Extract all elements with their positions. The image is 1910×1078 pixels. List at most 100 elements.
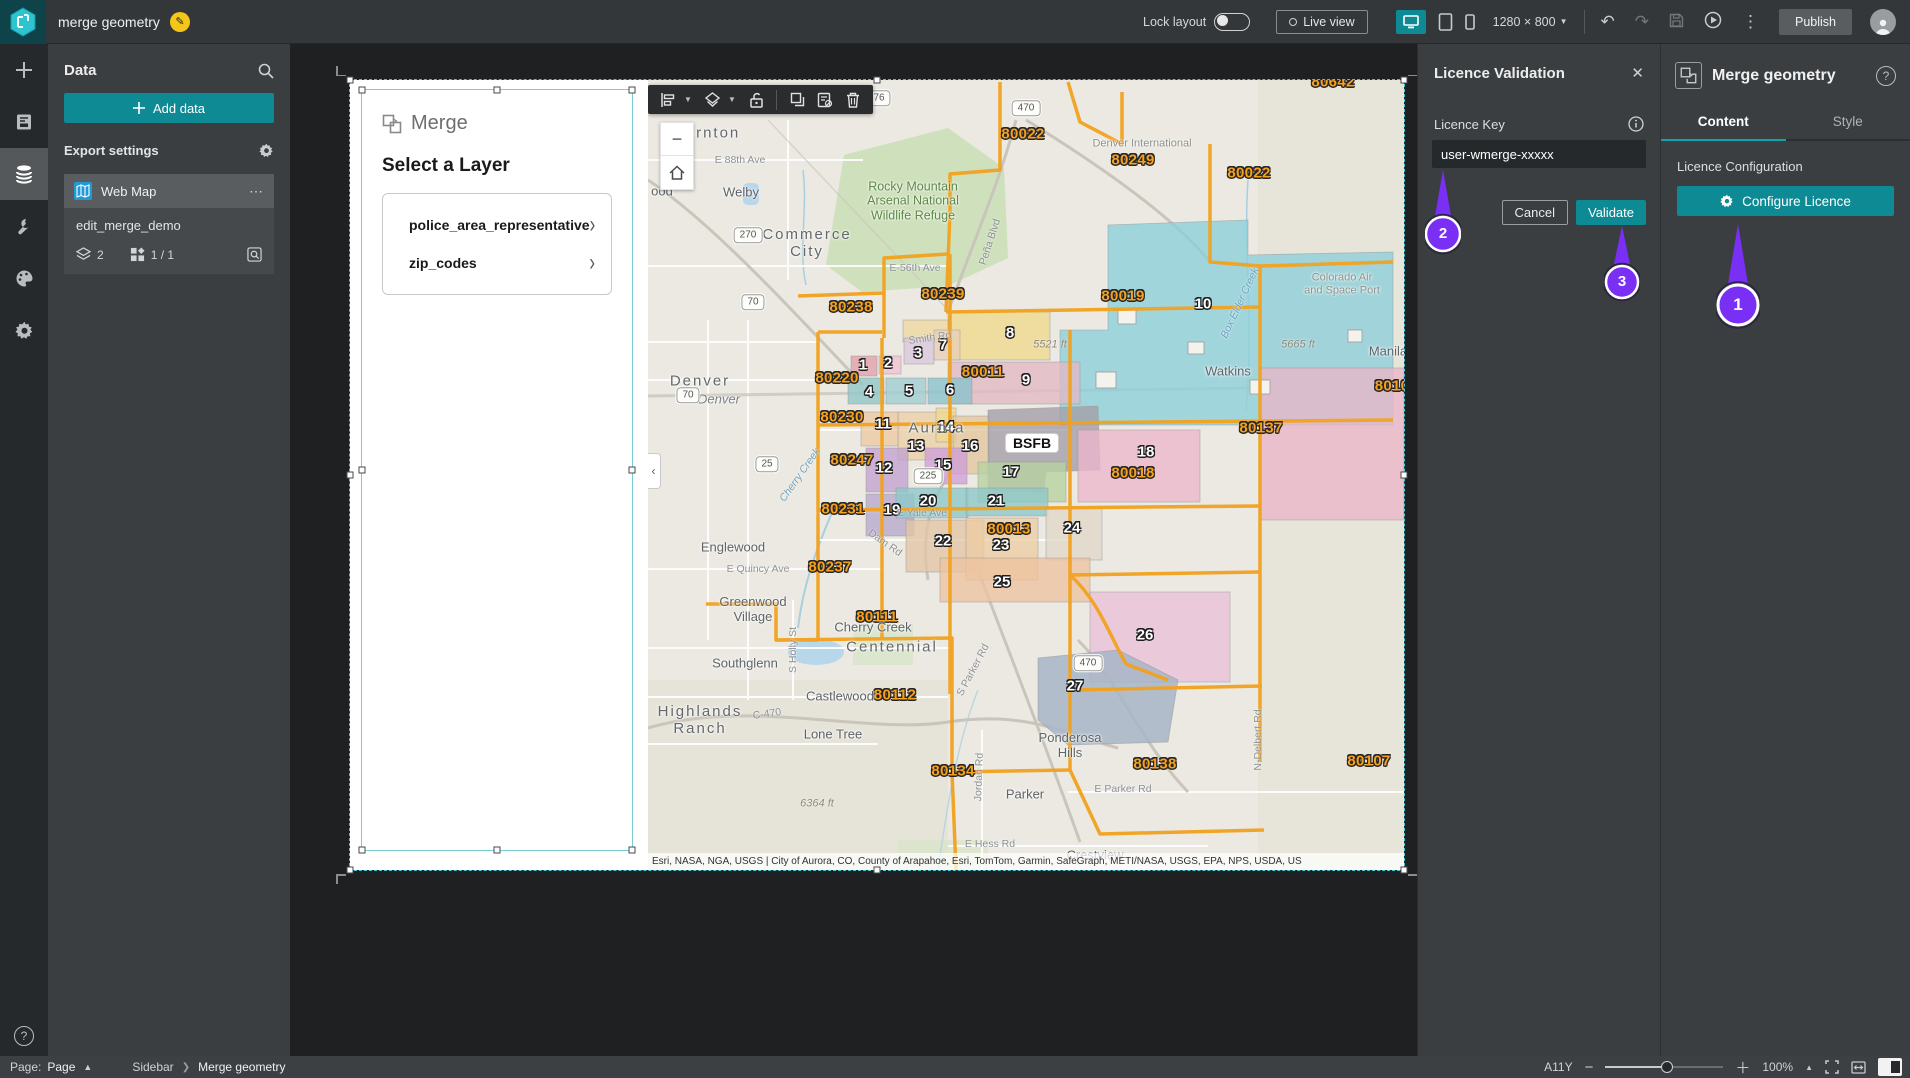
route-shield-70: 70 <box>676 387 700 403</box>
validate-button[interactable]: Validate <box>1575 200 1646 225</box>
info-icon[interactable] <box>1628 116 1644 132</box>
route-shield-70: 70 <box>741 294 765 310</box>
edit-pencil-icon[interactable]: ✎ <box>169 11 190 32</box>
device-desktop-button[interactable] <box>1395 9 1426 34</box>
fit-width-icon[interactable] <box>1851 1060 1866 1074</box>
export-settings-gear-icon[interactable] <box>259 143 274 158</box>
chevron-up-icon[interactable]: ▲ <box>1805 1063 1813 1072</box>
more-options-button[interactable]: ⋮ <box>1742 13 1759 30</box>
data-preview-icon[interactable] <box>247 247 262 262</box>
align-tool-button[interactable] <box>656 88 680 112</box>
export-settings-label: Export settings <box>64 143 159 158</box>
design-canvas[interactable]: Merge Select a Layer police_area_represe… <box>290 44 1417 1056</box>
place-label-manila: Manila <box>1368 343 1404 359</box>
rail-theme-button[interactable] <box>0 252 48 304</box>
more-options-icon[interactable]: ⋯ <box>249 183 264 200</box>
widgets-icon <box>130 247 145 262</box>
page-label: Page: <box>10 1060 42 1074</box>
slider-knob[interactable] <box>1661 1061 1674 1073</box>
page-selection[interactable]: Merge Select a Layer police_area_represe… <box>336 66 1417 884</box>
map-attribution: Esri, NASA, NGA, USGS | City of Aurora, … <box>648 853 1404 870</box>
place-label-castlewood: Castlewood <box>806 688 874 704</box>
tab-style[interactable]: Style <box>1786 105 1910 139</box>
chevron-up-icon[interactable]: ▲ <box>83 1062 92 1072</box>
duplicate-button[interactable] <box>785 88 809 112</box>
database-icon <box>16 165 32 184</box>
disable-editing-button[interactable] <box>813 88 837 112</box>
rail-insert-widget-button[interactable] <box>0 44 48 96</box>
zip-label-80249: 80249 <box>1111 151 1155 169</box>
resolution-value: 1280 × 800 <box>1492 14 1556 29</box>
zip-label-80239: 80239 <box>921 285 965 303</box>
road-label-e-88th-ave: E 88th Ave <box>714 153 766 166</box>
road-label-box-elder-creek: Box Elder Creek <box>1218 265 1262 341</box>
road-label-jordan-rd: Jordan Rd <box>972 752 986 802</box>
breadcrumb-sidebar[interactable]: Sidebar <box>132 1060 173 1074</box>
licence-key-input[interactable]: user-wmerge-xxxxx <box>1432 140 1646 168</box>
device-phone-button[interactable] <box>1464 13 1475 30</box>
rail-data-button[interactable] <box>0 148 48 200</box>
redo-button[interactable]: ↷ <box>1635 13 1649 30</box>
fit-to-screen-icon[interactable] <box>1825 1060 1839 1074</box>
publish-button[interactable]: Publish <box>1779 8 1852 35</box>
elevation-label-5521-ft: 5521 ft <box>1033 338 1067 351</box>
dataset-card: Web Map ⋯ edit_merge_demo 2 1 / 1 <box>64 174 274 274</box>
preview-play-button[interactable] <box>1704 11 1722 32</box>
app-logo[interactable] <box>0 0 46 44</box>
layer-order-button[interactable] <box>700 88 724 112</box>
route-shield-225: 225 <box>913 468 943 484</box>
chevron-down-icon[interactable]: ▼ <box>728 95 740 104</box>
collapse-panel-tab[interactable]: ‹ <box>648 453 661 489</box>
save-button[interactable] <box>1669 13 1684 31</box>
licence-key-label: Licence Key <box>1434 116 1505 132</box>
user-avatar[interactable] <box>1870 8 1896 35</box>
close-icon[interactable]: ✕ <box>1631 64 1644 82</box>
undo-button[interactable]: ↶ <box>1601 13 1615 30</box>
page-selector[interactable]: Page <box>47 1060 75 1074</box>
rail-help-button[interactable]: ? <box>0 1026 48 1046</box>
zip-label-80019: 80019 <box>1101 287 1145 305</box>
district-label-12: 12 <box>875 459 893 477</box>
configure-licence-button[interactable]: Configure Licence <box>1677 186 1894 216</box>
app-header: merge geometry ✎ Lock layout Live view 1… <box>0 0 1910 44</box>
zoom-out-button[interactable]: − <box>1585 1059 1594 1076</box>
rail-page-button[interactable] <box>0 96 48 148</box>
chevron-right-icon: ❯ <box>181 1061 191 1073</box>
layer-row-zip-codes[interactable]: zip_codes › <box>383 244 611 282</box>
zip-label-80220: 80220 <box>815 369 859 387</box>
zoom-value[interactable]: 100% <box>1762 1060 1793 1074</box>
cancel-button[interactable]: Cancel <box>1501 200 1568 225</box>
district-label-9: 9 <box>1021 371 1031 389</box>
help-icon[interactable]: ? <box>1876 65 1896 86</box>
zoom-in-button[interactable]: ＋ <box>1735 1057 1750 1078</box>
unlock-button[interactable] <box>744 88 768 112</box>
layer-row-police-area-representative[interactable]: police_area_representative › <box>383 206 611 244</box>
configure-licence-label: Configure Licence <box>1742 193 1851 209</box>
lock-layout-toggle[interactable] <box>1214 12 1251 31</box>
merge-widget-card[interactable]: Merge Select a Layer police_area_represe… <box>358 86 636 854</box>
chevron-down-icon[interactable]: ▼ <box>684 95 696 104</box>
live-view-button[interactable]: Live view <box>1276 9 1368 34</box>
chevron-down-icon: ▼ <box>1559 17 1568 26</box>
resolution-dropdown[interactable]: 1280 × 800 ▼ <box>1493 15 1568 29</box>
webmap-row[interactable]: Web Map ⋯ <box>64 174 274 208</box>
zoom-out-button[interactable]: − <box>660 122 694 156</box>
delete-button[interactable] <box>841 88 865 112</box>
rail-tools-button[interactable] <box>0 200 48 252</box>
zip-label-80137: 80137 <box>1239 419 1283 437</box>
widget-count: 1 / 1 <box>150 247 175 262</box>
tab-content[interactable]: Content <box>1661 105 1786 141</box>
search-icon[interactable] <box>258 63 274 79</box>
district-label-3: 3 <box>913 344 923 362</box>
device-tablet-button[interactable] <box>1438 12 1453 31</box>
road-label-pe-a-blvd: Peña Blvd <box>976 217 1004 267</box>
home-button[interactable] <box>660 156 694 190</box>
add-data-button[interactable]: Add data <box>64 93 274 123</box>
rail-settings-button[interactable] <box>0 304 48 356</box>
dataset-name[interactable]: edit_merge_demo <box>64 208 274 239</box>
sidebar-widget[interactable]: Merge Select a Layer police_area_represe… <box>350 80 648 870</box>
zip-label-80011: 80011 <box>961 363 1005 381</box>
toggle-panel-button[interactable] <box>1878 1058 1902 1076</box>
canvas-zoom-slider[interactable] <box>1605 1061 1724 1073</box>
map-widget[interactable]: 80642 80022 80249 80022 80019 80239 80238 80220… <box>648 80 1404 870</box>
